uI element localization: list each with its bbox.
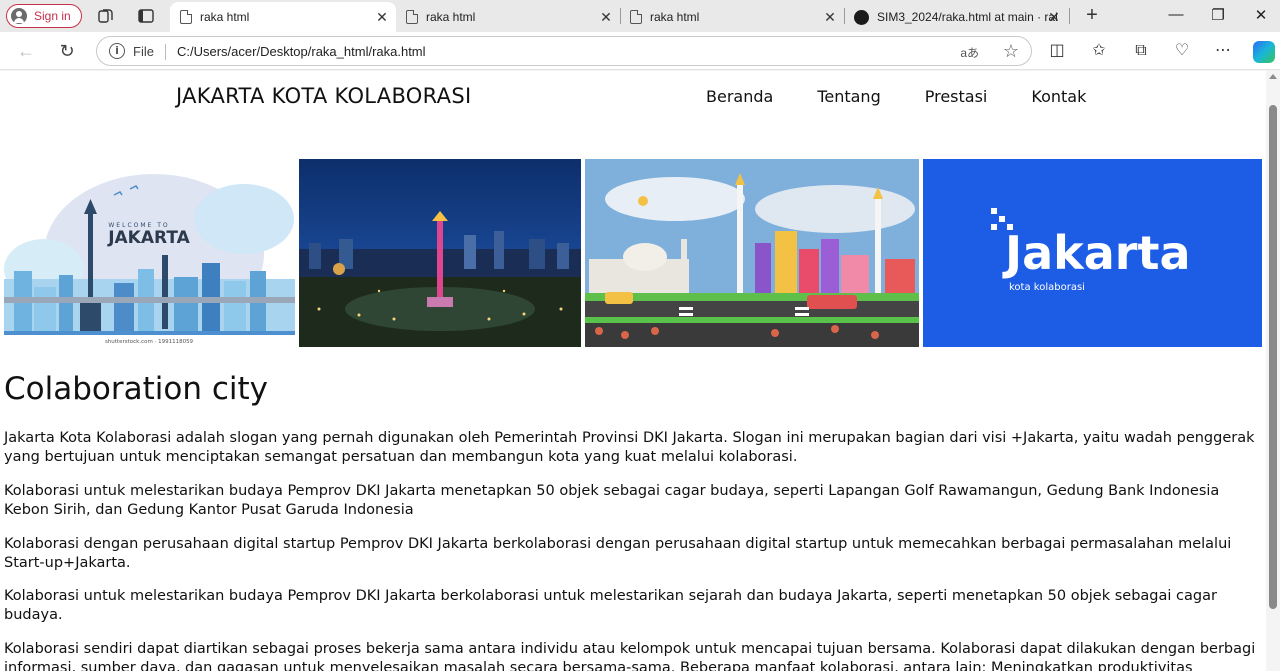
- monas-night-image: [299, 159, 581, 347]
- jakarta-illustration-text: JAKARTA: [107, 228, 190, 248]
- more-options-icon[interactable]: ⋯: [1213, 41, 1233, 61]
- jakarta-logo-text: Jakarta: [1002, 226, 1191, 280]
- tab-github[interactable]: SIM3_2024/raka.html at main · rak ✕: [844, 2, 1068, 32]
- split-screen-icon[interactable]: ◫: [1047, 41, 1067, 61]
- profile-button[interactable]: Sign in: [6, 4, 82, 28]
- welcome-jakarta-image: WELCOME TO JAKARTA shutterstock.com · 19…: [4, 159, 295, 347]
- read-aloud-icon[interactable]: aあ: [960, 44, 979, 61]
- stock-credit-text: shutterstock.com · 1991118059: [105, 339, 194, 345]
- paragraph-startup: Kolaborasi dengan perusahaan digital sta…: [4, 536, 1232, 571]
- cartoon-jakarta-scene-image: [585, 159, 919, 347]
- close-tab-icon[interactable]: ✕: [1046, 9, 1062, 25]
- site-title: JAKARTA KOTA KOLABORASI: [176, 84, 472, 108]
- image-gallery: WELCOME TO JAKARTA shutterstock.com · 19…: [4, 159, 1262, 347]
- document-icon: [406, 10, 418, 24]
- document-icon: [630, 10, 642, 24]
- nav-link-tentang[interactable]: Tentang: [817, 87, 880, 106]
- profile-avatar-icon: [11, 8, 27, 24]
- page-scrollbar[interactable]: [1266, 71, 1280, 671]
- site-info-icon[interactable]: i: [109, 43, 125, 59]
- tab-raka-html-1[interactable]: raka html ✕: [170, 2, 396, 32]
- scheme-label: File: [133, 44, 154, 59]
- kota-kolaborasi-tagline: kota kolaborasi: [1009, 282, 1085, 293]
- tab-title: raka html: [200, 10, 250, 24]
- paragraph-cagar-budaya: Kolaborasi untuk melestarikan budaya Pem…: [4, 483, 1220, 518]
- browser-toolbar: ← ↻ i File C:/Users/acer/Desktop/raka_ht…: [0, 32, 1280, 70]
- nav-link-kontak[interactable]: Kontak: [1031, 87, 1086, 106]
- tab-title: raka html: [650, 10, 700, 24]
- scroll-up-arrow-icon[interactable]: [1269, 74, 1277, 79]
- paragraph-intro: Jakarta Kota Kolaborasi adalah slogan ya…: [4, 430, 1255, 465]
- close-tab-icon[interactable]: ✕: [598, 9, 614, 25]
- new-tab-icon[interactable]: +: [1082, 4, 1102, 27]
- address-divider: [165, 44, 166, 60]
- address-bar[interactable]: i File C:/Users/acer/Desktop/raka_html/r…: [96, 36, 1032, 66]
- browser-essentials-icon[interactable]: ♡: [1172, 41, 1192, 61]
- restore-icon[interactable]: ❐: [1208, 6, 1228, 24]
- tab-separator: [1069, 8, 1070, 24]
- web-page: JAKARTA KOTA KOLABORASI Beranda Tentang …: [0, 71, 1266, 671]
- close-tab-icon[interactable]: ✕: [822, 9, 838, 25]
- tab-raka-html-2[interactable]: raka html ✕: [396, 2, 620, 32]
- paragraph-definisi-kolaborasi: Kolaborasi sendiri dapat diartikan sebag…: [4, 641, 1256, 671]
- section-heading: Colaboration city: [4, 371, 268, 407]
- document-icon: [180, 10, 192, 24]
- favorites-icon[interactable]: ✩: [1089, 41, 1109, 61]
- tab-title: raka html: [426, 10, 476, 24]
- collections-icon[interactable]: ⧉: [1131, 41, 1151, 61]
- paragraph-sejarah-budaya: Kolaborasi untuk melestarikan budaya Pem…: [4, 588, 1217, 623]
- tab-actions-icon[interactable]: [137, 7, 155, 25]
- site-navigation: Beranda Tentang Prestasi Kontak: [706, 87, 1130, 106]
- url-text[interactable]: C:/Users/acer/Desktop/raka_html/raka.htm…: [177, 44, 426, 59]
- tab-title: SIM3_2024/raka.html at main · rak: [877, 10, 1057, 24]
- scrollbar-thumb[interactable]: [1269, 105, 1277, 609]
- workspaces-icon[interactable]: [97, 7, 115, 25]
- add-favorite-icon[interactable]: ☆: [1003, 41, 1019, 62]
- back-icon[interactable]: ←: [15, 40, 37, 62]
- close-window-icon[interactable]: ✕: [1251, 6, 1271, 24]
- jakarta-logo-image: Jakarta kota kolaborasi: [923, 159, 1262, 347]
- refresh-icon[interactable]: ↻: [56, 40, 78, 62]
- nav-link-prestasi[interactable]: Prestasi: [925, 87, 988, 106]
- minimize-icon[interactable]: —: [1166, 6, 1186, 23]
- nav-link-beranda[interactable]: Beranda: [706, 87, 773, 106]
- copilot-icon[interactable]: [1253, 41, 1275, 63]
- profile-label: Sign in: [34, 9, 71, 23]
- close-tab-icon[interactable]: ✕: [374, 9, 390, 25]
- tab-raka-html-3[interactable]: raka html ✕: [620, 2, 844, 32]
- tab-strip: Sign in raka html ✕ raka html ✕ raka htm…: [0, 0, 1280, 32]
- github-icon: [854, 9, 869, 25]
